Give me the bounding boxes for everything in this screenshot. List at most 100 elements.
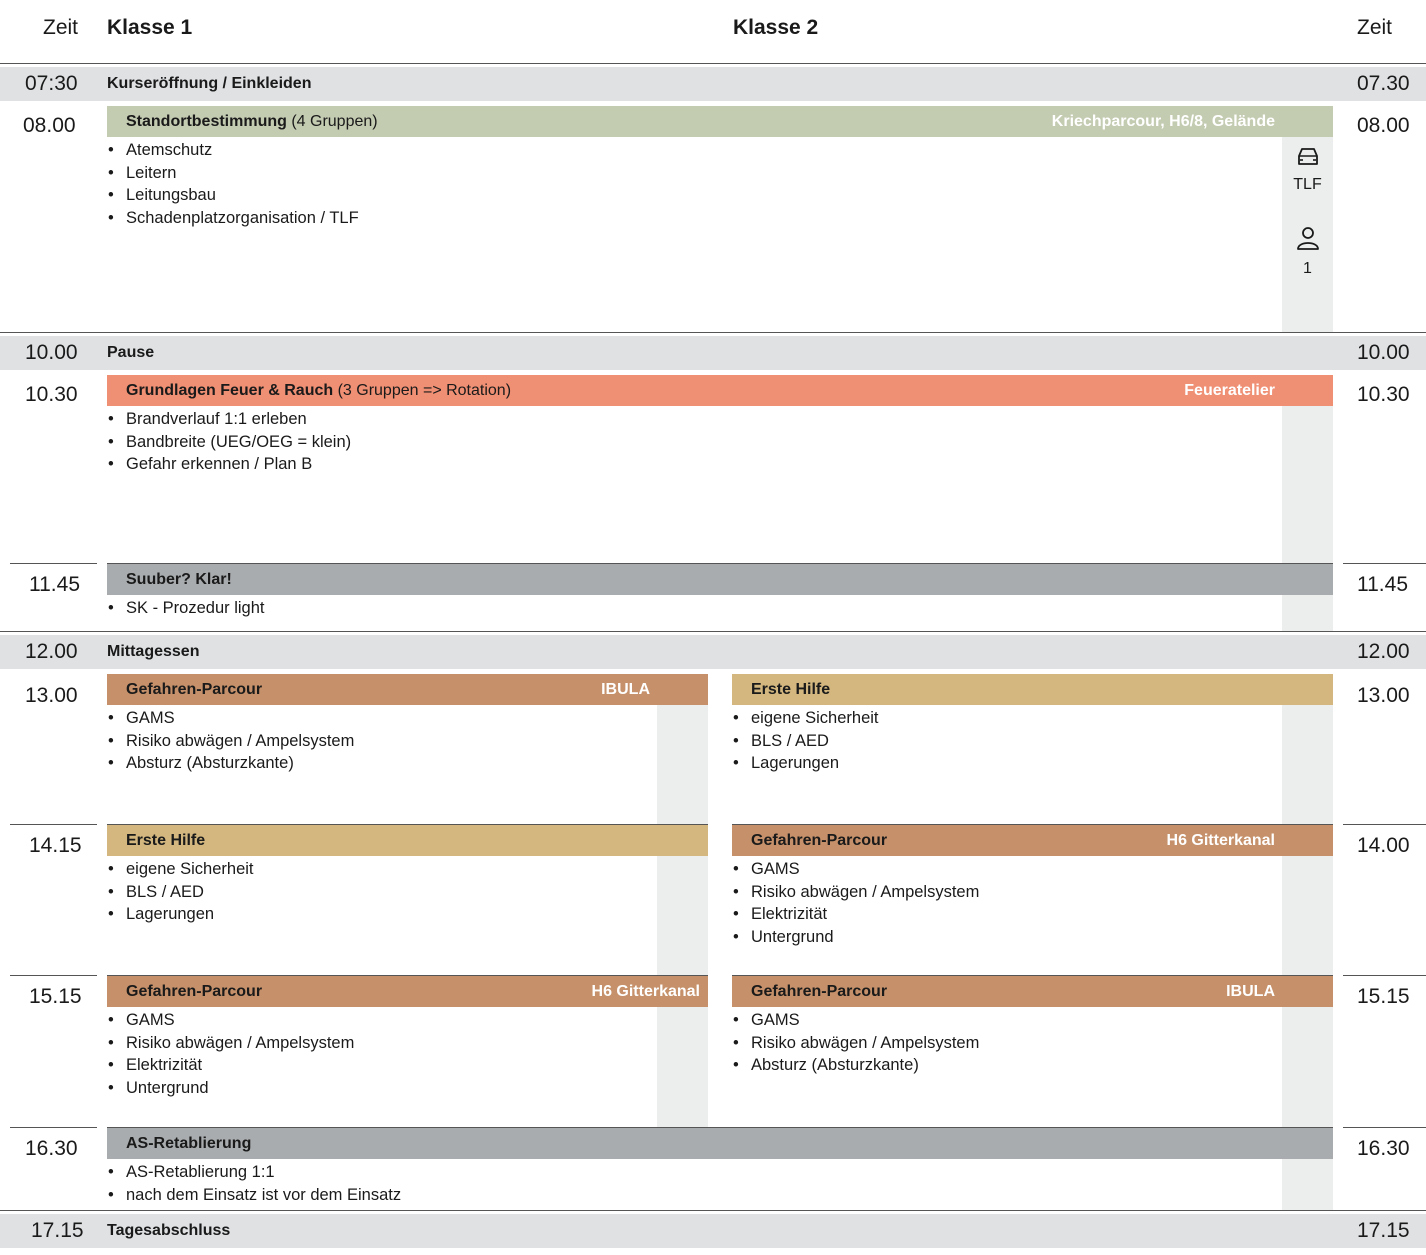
side-column xyxy=(1282,705,1333,1128)
item-list: GAMS Risiko abwägen / Ampelsystem Abstur… xyxy=(107,707,354,775)
divider xyxy=(0,1210,1426,1211)
time-label: 12.00 xyxy=(1357,640,1410,663)
list-item: Elektrizität xyxy=(732,903,979,926)
time-label: 13.00 xyxy=(1357,684,1410,707)
list-item: Untergrund xyxy=(107,1077,354,1100)
side-column xyxy=(1282,1159,1333,1210)
time-label: 13.00 xyxy=(25,684,78,707)
block-title: Gefahren-Parcour xyxy=(126,681,263,698)
side-column xyxy=(1282,406,1333,563)
band-kurseroeffnung: 07:30 Kurseröffnung / Einkleiden 07.30 xyxy=(0,67,1426,101)
time-label: 14.15 xyxy=(29,834,82,857)
divider xyxy=(1343,824,1426,825)
block-location: H6 Gitterkanal xyxy=(591,983,700,1000)
list-item: BLS / AED xyxy=(732,730,879,753)
list-item: Risiko abwägen / Ampelsystem xyxy=(107,1032,354,1055)
list-item: Risiko abwägen / Ampelsystem xyxy=(732,881,979,904)
time-label: 07.30 xyxy=(1357,72,1410,95)
block-header-gefahren-parcour: Gefahren-Parcour IBULA xyxy=(107,674,708,705)
header-klasse-1: Klasse 1 xyxy=(107,16,193,39)
block-title: Suuber? Klar! xyxy=(126,571,232,588)
block-header-as-retablierung: AS-Retablierung xyxy=(107,1128,1333,1159)
car-icon xyxy=(1293,145,1323,167)
time-label: 17.15 xyxy=(31,1219,84,1242)
item-list: eigene Sicherheit BLS / AED Lagerungen xyxy=(107,858,254,926)
divider xyxy=(1343,1127,1426,1128)
band-title: Tagesabschluss xyxy=(107,1222,231,1239)
header-klasse-2: Klasse 2 xyxy=(733,16,819,39)
time-label: 08.00 xyxy=(23,114,76,137)
list-item: Absturz (Absturzkante) xyxy=(732,1054,979,1077)
list-item: GAMS xyxy=(732,858,979,881)
band-title: Mittagessen xyxy=(107,643,200,660)
band-title: Pause xyxy=(107,344,155,361)
list-item: Atemschutz xyxy=(107,139,359,162)
band-pause: 10.00 Pause 10.00 xyxy=(0,336,1426,370)
item-list: GAMS Risiko abwägen / Ampelsystem Abstur… xyxy=(732,1009,979,1077)
time-label: 11.45 xyxy=(29,573,80,596)
list-item: Gefahr erkennen / Plan B xyxy=(107,453,351,476)
item-list: AS-Retablierung 1:1 nach dem Einsatz ist… xyxy=(107,1161,401,1206)
list-item: eigene Sicherheit xyxy=(107,858,254,881)
divider xyxy=(0,332,1426,333)
item-list: eigene Sicherheit BLS / AED Lagerungen xyxy=(732,707,879,775)
time-label: 07:30 xyxy=(25,72,78,95)
block-header-gefahren-parcour: Gefahren-Parcour H6 Gitterkanal xyxy=(732,825,1333,856)
block-title: Gefahren-Parcour xyxy=(751,983,888,1000)
time-label: 10.00 xyxy=(1357,341,1410,364)
block-header-suuber-klar: Suuber? Klar! xyxy=(107,564,1333,595)
block-location: H6 Gitterkanal xyxy=(1166,832,1275,849)
list-item: BLS / AED xyxy=(107,881,254,904)
time-label: 16.30 xyxy=(1357,1137,1410,1160)
divider xyxy=(0,63,1426,64)
time-label: 17.15 xyxy=(1357,1219,1410,1242)
block-header-gefahren-parcour: Gefahren-Parcour IBULA xyxy=(732,976,1333,1007)
time-label: 12.00 xyxy=(25,640,78,663)
list-item: nach dem Einsatz ist vor dem Einsatz xyxy=(107,1184,401,1207)
time-label: 10.00 xyxy=(25,341,78,364)
list-item: GAMS xyxy=(732,1009,979,1032)
band-title: Kurseröffnung / Einkleiden xyxy=(107,75,312,92)
time-label: 16.30 xyxy=(25,1137,78,1160)
block-title: Gefahren-Parcour xyxy=(126,983,263,1000)
list-item: Lagerungen xyxy=(107,903,254,926)
item-list: Atemschutz Leitern Leitungsbau Schadenpl… xyxy=(107,139,359,229)
time-label: 10.30 xyxy=(1357,383,1410,406)
divider xyxy=(10,563,97,564)
vehicle-label: TLF xyxy=(1293,176,1322,193)
list-item: AS-Retablierung 1:1 xyxy=(107,1161,401,1184)
block-header-erste-hilfe: Erste Hilfe xyxy=(107,825,708,856)
time-label: 15.15 xyxy=(1357,985,1410,1008)
divider xyxy=(0,631,1426,632)
block-location: IBULA xyxy=(601,681,650,698)
block-header-gefahren-parcour: Gefahren-Parcour H6 Gitterkanal xyxy=(107,976,708,1007)
time-label: 08.00 xyxy=(1357,114,1410,137)
list-item: Elektrizität xyxy=(107,1054,354,1077)
list-item: Risiko abwägen / Ampelsystem xyxy=(732,1032,979,1055)
block-title: AS-Retablierung xyxy=(126,1135,252,1152)
divider xyxy=(10,1127,97,1128)
block-header-feuer-rauch: Grundlagen Feuer & Rauch (3 Gruppen => R… xyxy=(107,375,1333,406)
person-count: 1 xyxy=(1303,260,1312,277)
list-item: SK - Prozedur light xyxy=(107,597,264,620)
time-label: 14.00 xyxy=(1357,834,1410,857)
divider xyxy=(10,824,97,825)
time-label: 11.45 xyxy=(1357,573,1408,596)
list-item: Bandbreite (UEG/OEG = klein) xyxy=(107,431,351,454)
band-tagesabschluss: 17.15 Tagesabschluss 17.15 xyxy=(0,1214,1426,1248)
list-item: Brandverlauf 1:1 erleben xyxy=(107,408,351,431)
item-list: Brandverlauf 1:1 erleben Bandbreite (UEG… xyxy=(107,408,351,476)
divider xyxy=(10,975,97,976)
list-item: Absturz (Absturzkante) xyxy=(107,752,354,775)
block-title: Grundlagen Feuer & Rauch (3 Gruppen => R… xyxy=(126,382,512,399)
header-zeit-left: Zeit xyxy=(43,16,79,39)
band-mittagessen: 12.00 Mittagessen 12.00 xyxy=(0,635,1426,669)
item-list: GAMS Risiko abwägen / Ampelsystem Elektr… xyxy=(732,858,979,948)
time-label: 10.30 xyxy=(25,383,78,406)
block-title: Erste Hilfe xyxy=(751,681,831,698)
list-item: Leitungsbau xyxy=(107,184,359,207)
list-item: Risiko abwägen / Ampelsystem xyxy=(107,730,354,753)
list-item: eigene Sicherheit xyxy=(732,707,879,730)
list-item: GAMS xyxy=(107,1009,354,1032)
block-header-erste-hilfe: Erste Hilfe xyxy=(732,674,1333,705)
